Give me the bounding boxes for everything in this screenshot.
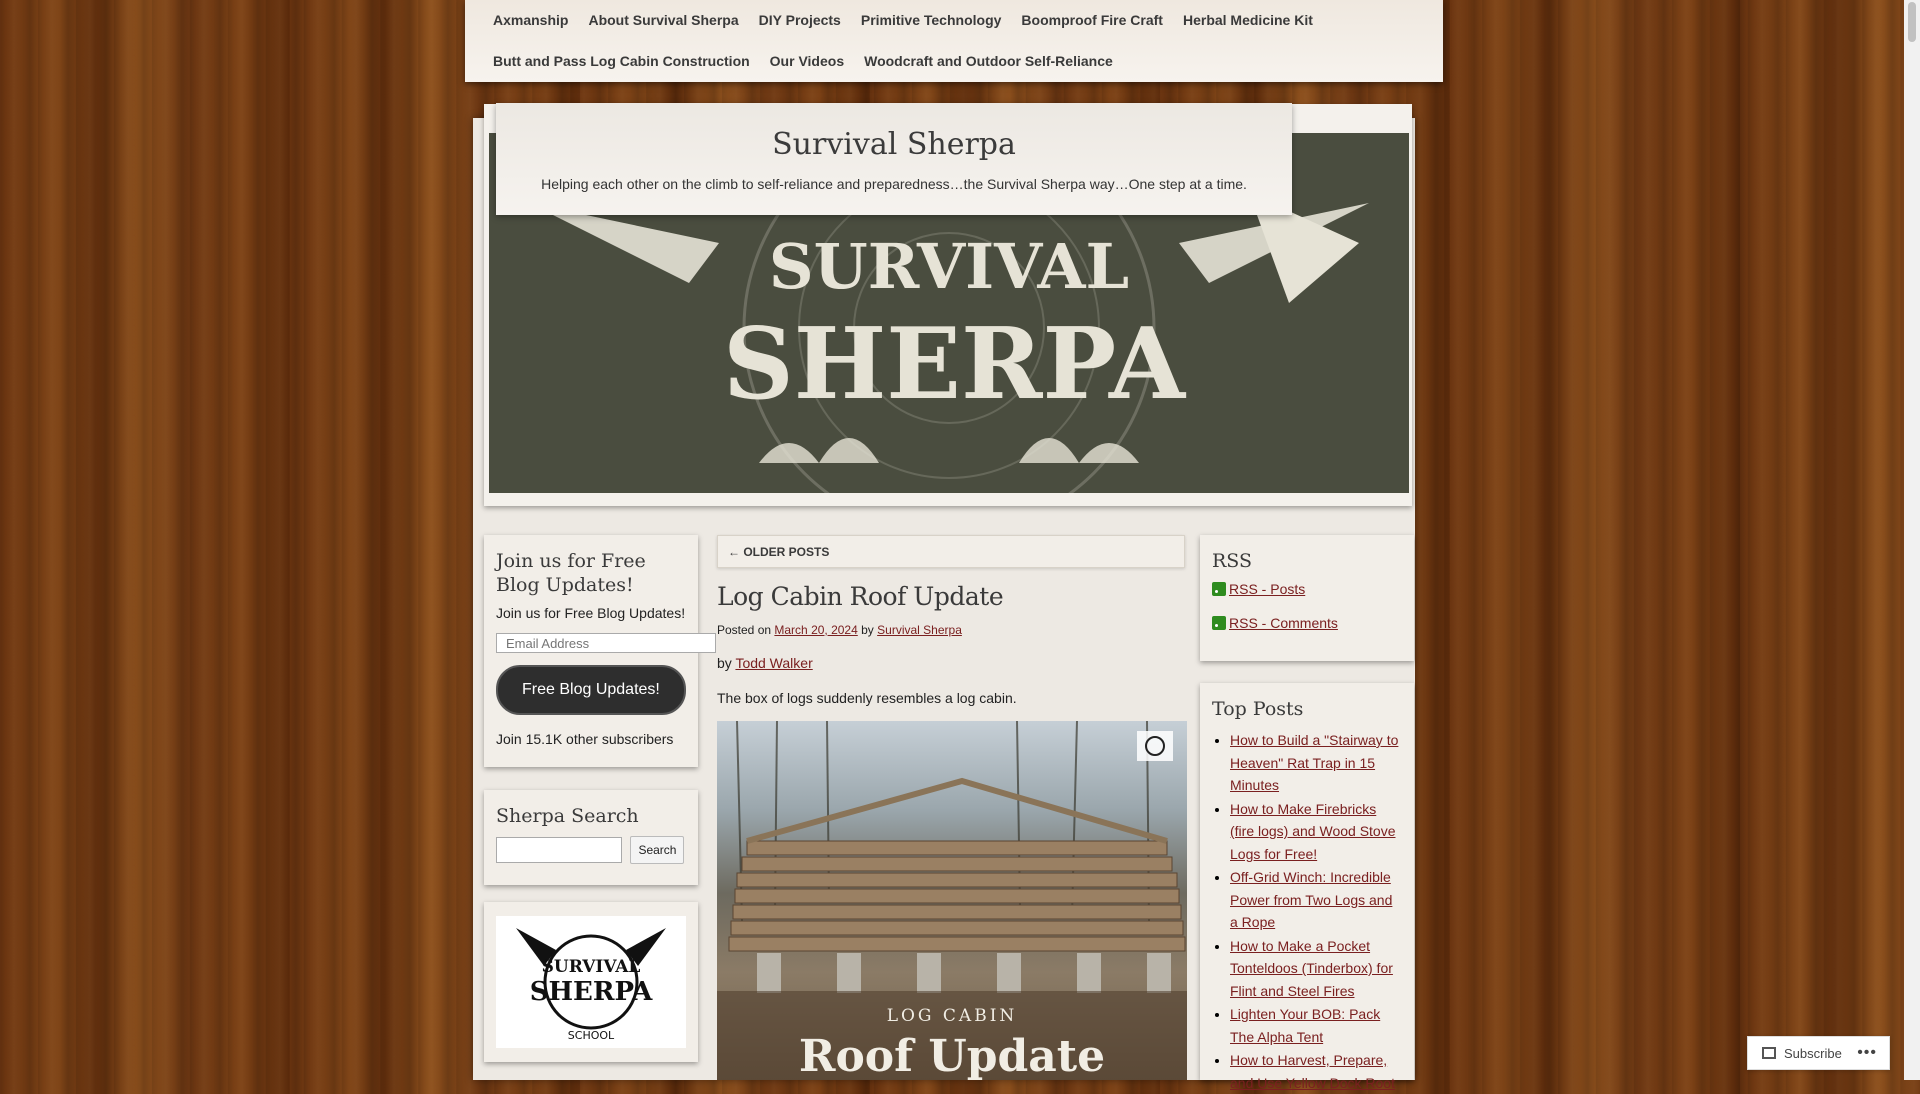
post-date-link[interactable]: March 20, 2024 xyxy=(774,623,857,637)
list-item: How to Build a "Stairway to Heaven" Rat … xyxy=(1230,729,1402,797)
list-item: How to Make a Pocket Tonteldoos (Tinderb… xyxy=(1230,935,1402,1003)
rss-icon xyxy=(1212,582,1226,596)
search-widget-title: Sherpa Search xyxy=(496,805,639,827)
search-input[interactable] xyxy=(496,837,622,863)
rss-posts-link[interactable]: RSS - Posts xyxy=(1229,581,1305,597)
nav-item[interactable]: Primitive Technology xyxy=(851,0,1012,41)
nav-item[interactable]: Our Videos xyxy=(760,41,854,82)
post-byline: by Todd Walker xyxy=(717,655,813,671)
cabin-photo-art: LOG CABIN Roof Update xyxy=(717,721,1187,1080)
school-logo-widget: SURVIVAL SHERPA SCHOOL xyxy=(484,902,698,1062)
reader-icon xyxy=(1762,1047,1776,1059)
top-posts-list: How to Build a "Stairway to Heaven" Rat … xyxy=(1212,729,1402,1094)
search-widget: Sherpa Search Search xyxy=(484,790,698,885)
post-intro: The box of logs suddenly resembles a log… xyxy=(717,690,1017,706)
subscribe-button[interactable]: Subscribe xyxy=(1784,1046,1842,1061)
school-logo[interactable]: SURVIVAL SHERPA SCHOOL xyxy=(496,916,686,1048)
school-logo-line-2: SHERPA xyxy=(530,977,653,1007)
post-featured-image[interactable]: LOG CABIN Roof Update xyxy=(717,721,1187,1080)
byline-author-link[interactable]: Todd Walker xyxy=(735,655,812,671)
top-posts-widget: Top Posts How to Build a "Stairway to He… xyxy=(1200,683,1414,1091)
nav-item[interactable]: Boomproof Fire Craft xyxy=(1011,0,1173,41)
school-logo-art: SURVIVAL SHERPA SCHOOL xyxy=(516,928,666,1042)
nav-item[interactable]: DIY Projects xyxy=(749,0,851,41)
list-item: Lighten Your BOB: Pack The Alpha Tent xyxy=(1230,1003,1402,1048)
nav-item[interactable]: Axmanship xyxy=(483,0,578,41)
image-caption-large: Roof Update xyxy=(799,1031,1105,1080)
list-item: How to Harvest, Prepare, and Use Yellow … xyxy=(1230,1049,1402,1094)
rss-comments-row: RSS - Comments xyxy=(1212,615,1402,631)
top-posts-title: Top Posts xyxy=(1212,698,1304,720)
rss-comments-link[interactable]: RSS - Comments xyxy=(1229,615,1338,631)
top-navigation: Axmanship About Survival Sherpa DIY Projec… xyxy=(465,0,1443,82)
list-item: Off-Grid Winch: Incredible Power from Tw… xyxy=(1230,866,1402,934)
top-post-link[interactable]: How to Make Firebricks (fire logs) and W… xyxy=(1230,801,1396,862)
byline-prefix: by xyxy=(717,655,732,671)
top-post-link[interactable]: How to Build a "Stairway to Heaven" Rat … xyxy=(1230,732,1398,793)
banner-line-1: SURVIVAL xyxy=(769,230,1129,303)
title-card: Survival Sherpa Helping each other on th… xyxy=(496,103,1292,215)
school-logo-line-1: SURVIVAL xyxy=(542,957,641,977)
post-meta: Posted on March 20, 2024 by Survival She… xyxy=(717,623,962,637)
rss-icon xyxy=(1212,616,1226,630)
subscriber-count: Join 15.1K other subscribers xyxy=(496,731,674,747)
site-title[interactable]: Survival Sherpa xyxy=(496,127,1292,162)
scrollbar-thumb[interactable] xyxy=(1908,2,1916,42)
image-caption-small: LOG CABIN xyxy=(887,1006,1018,1026)
subscribe-widget-title: Join us for Free Blog Updates! xyxy=(496,550,646,596)
nav-menu: Axmanship About Survival Sherpa DIY Projec… xyxy=(465,0,1443,82)
older-posts-link[interactable]: ← OLDER POSTS xyxy=(717,535,1185,568)
nav-item[interactable]: Butt and Pass Log Cabin Construction xyxy=(483,41,760,82)
email-field[interactable] xyxy=(496,633,716,653)
page-scrollbar[interactable] xyxy=(1904,0,1920,1080)
by-label: by xyxy=(861,623,874,637)
floating-subscribe-bar: Subscribe ••• xyxy=(1747,1036,1890,1070)
more-options-icon[interactable]: ••• xyxy=(1857,1044,1877,1062)
banner-line-2: SHERPA xyxy=(723,307,1187,422)
search-button[interactable]: Search xyxy=(630,836,685,864)
posted-on-label: Posted on xyxy=(717,623,772,637)
subscribe-widget: Join us for Free Blog Updates! Join us f… xyxy=(484,535,716,767)
school-logo-line-3: SCHOOL xyxy=(568,1029,615,1042)
subscribe-widget-text: Join us for Free Blog Updates! xyxy=(496,605,686,621)
post-author-link[interactable]: Survival Sherpa xyxy=(877,623,962,637)
top-post-link[interactable]: How to Harvest, Prepare, and Use Yellow … xyxy=(1230,1052,1395,1091)
top-post-link[interactable]: How to Make a Pocket Tonteldoos (Tinderb… xyxy=(1230,938,1393,999)
top-post-link[interactable]: Lighten Your BOB: Pack The Alpha Tent xyxy=(1230,1006,1380,1045)
nav-item[interactable]: Herbal Medicine Kit xyxy=(1173,0,1323,41)
rss-widget: RSS RSS - Posts RSS - Comments xyxy=(1200,535,1414,661)
top-post-link[interactable]: Off-Grid Winch: Incredible Power from Tw… xyxy=(1230,869,1392,930)
rss-posts-row: RSS - Posts xyxy=(1212,581,1402,597)
nav-item[interactable]: Woodcraft and Outdoor Self-Reliance xyxy=(854,41,1123,82)
post-title[interactable]: Log Cabin Roof Update xyxy=(717,582,1004,611)
rss-widget-title: RSS xyxy=(1212,550,1253,572)
site-description: Helping each other on the climb to self-… xyxy=(541,176,1247,192)
nav-item[interactable]: About Survival Sherpa xyxy=(578,0,748,41)
free-blog-updates-button[interactable]: Free Blog Updates! xyxy=(496,665,686,715)
list-item: How to Make Firebricks (fire logs) and W… xyxy=(1230,798,1402,866)
